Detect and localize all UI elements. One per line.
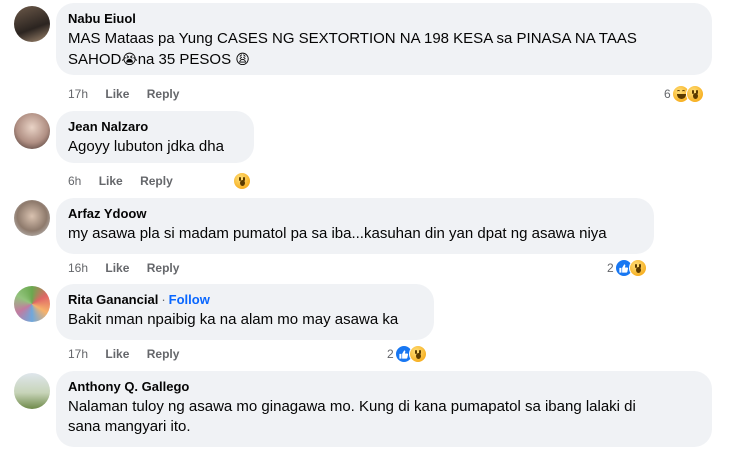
reply-button[interactable]: Reply [147, 260, 180, 276]
comment-bubble: Rita Ganancial · Follow Bakit nman npaibig… [56, 284, 434, 340]
comment-text-line: sana mangyari ito. [68, 418, 191, 435]
wow-icon [233, 172, 251, 190]
comment-bubble: Anthony Q. Gallego Nalaman tuloy ng asaw… [56, 371, 712, 447]
reaction-count: 2 [387, 347, 394, 361]
avatar[interactable] [14, 286, 50, 322]
like-button[interactable]: Like [99, 173, 123, 189]
comment-author[interactable]: Nabu Eiuol [68, 11, 700, 27]
comment-bubble: Jean Nalzaro Agoyy lubuton jdka dha [56, 111, 254, 163]
comment-text: MAS Mataas pa Yung CASES NG SEXTORTION N… [68, 29, 700, 70]
reaction-count: 6 [664, 87, 671, 101]
avatar[interactable] [14, 200, 50, 236]
reaction-summary[interactable]: 6 [664, 84, 704, 104]
avatar[interactable] [14, 373, 50, 409]
separator-dot: · [161, 292, 166, 307]
comment-actions: 17h Like Reply [68, 86, 193, 102]
like-button[interactable]: Like [105, 86, 129, 102]
reply-button[interactable]: Reply [140, 173, 173, 189]
reaction-summary[interactable]: 2 [607, 258, 647, 278]
comment-text: Nalaman tuloy ng asawa mo ginagawa mo. K… [68, 397, 700, 437]
follow-button[interactable]: Follow [169, 292, 210, 307]
comment-timestamp[interactable]: 6h [68, 173, 81, 189]
wow-icon [685, 85, 704, 103]
comment-timestamp[interactable]: 16h [68, 260, 88, 276]
reaction-summary[interactable]: 2 [387, 344, 427, 364]
comment-actions: 16h Like Reply [68, 260, 193, 276]
comment-bubble: Arfaz Ydoow my asawa pla si madam pumato… [56, 198, 654, 254]
comment-author[interactable]: Arfaz Ydoow [68, 206, 642, 222]
comment-text: Agoyy lubuton jdka dha [68, 138, 224, 155]
comment-text-line: SAHOD😭na 35 PESOS 😩 [68, 49, 700, 70]
comment-text: my asawa pla si madam pumatol pa sa iba.… [68, 225, 607, 242]
like-button[interactable]: Like [105, 346, 129, 362]
comment-bubble: Nabu Eiuol MAS Mataas pa Yung CASES NG S… [56, 3, 712, 75]
avatar[interactable] [14, 113, 50, 149]
comment-author: Rita Ganancial · Follow [68, 292, 422, 308]
comment-text-fragment: na 35 PESOS [137, 51, 232, 68]
comment-text: Bakit nman npaibig ka na alam mo may asa… [68, 311, 399, 328]
comment-timestamp[interactable]: 17h [68, 86, 88, 102]
comment-actions: 6h Like Reply [68, 173, 187, 189]
crying-emoji: 😭 [121, 51, 138, 67]
weary-emoji: 😩 [235, 51, 250, 67]
like-button[interactable]: Like [105, 260, 129, 276]
reaction-count: 2 [607, 261, 614, 275]
comment-text-fragment: SAHOD [68, 51, 122, 68]
comment-author[interactable]: Jean Nalzaro [68, 119, 242, 135]
comment-actions: 17h Like Reply [68, 346, 193, 362]
comment-author[interactable]: Anthony Q. Gallego [68, 379, 700, 395]
reply-button[interactable]: Reply [147, 86, 180, 102]
comment-text-line: Nalaman tuloy ng asawa mo ginagawa mo. K… [68, 398, 636, 415]
avatar[interactable] [14, 6, 50, 42]
comment-timestamp[interactable]: 17h [68, 346, 88, 362]
wow-icon [628, 259, 647, 277]
comment-text-line: MAS Mataas pa Yung CASES NG SEXTORTION N… [68, 30, 637, 47]
comment-author-name[interactable]: Rita Ganancial [68, 292, 158, 307]
reaction-summary[interactable] [232, 171, 251, 191]
wow-icon [408, 345, 427, 363]
reply-button[interactable]: Reply [147, 346, 180, 362]
